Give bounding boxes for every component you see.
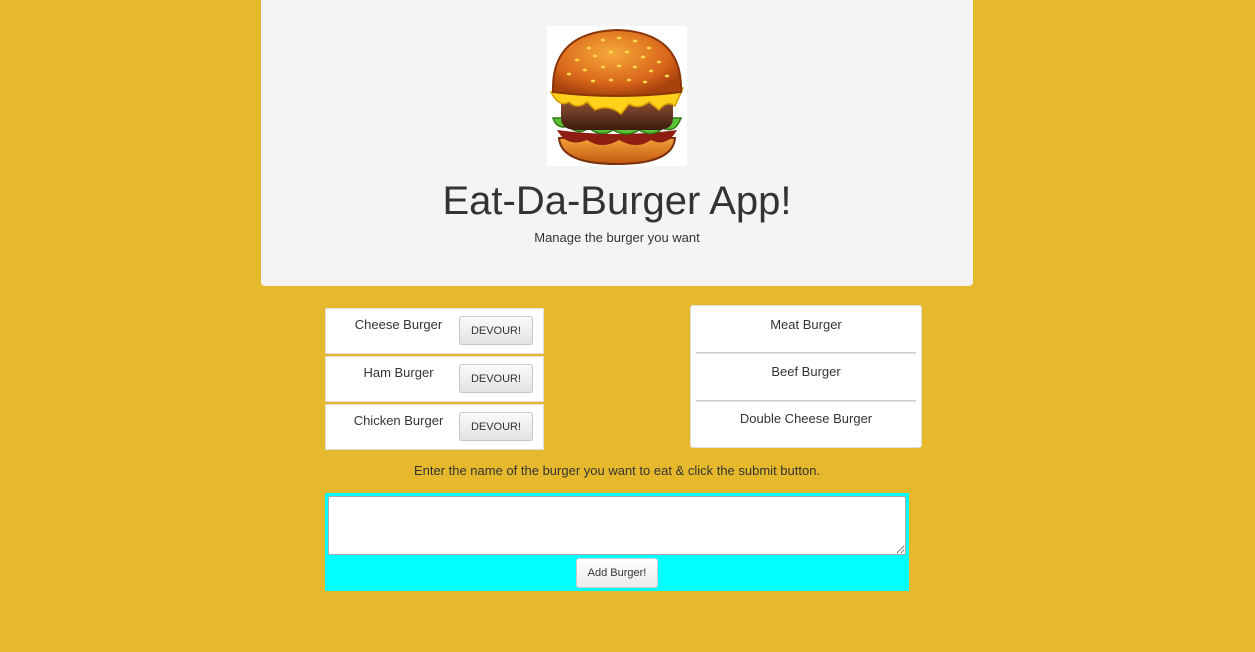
form-instructions: Enter the name of the burger you want to… bbox=[413, 463, 821, 478]
devour-button[interactable]: DEVOUR! bbox=[459, 316, 533, 345]
devour-button[interactable]: DEVOUR! bbox=[459, 412, 533, 441]
divider bbox=[696, 400, 916, 402]
burger-name: Ham Burger bbox=[363, 365, 434, 380]
burger-icon bbox=[547, 26, 687, 166]
uneaten-burger-item: Chicken Burger DEVOUR! bbox=[325, 404, 544, 450]
header-jumbotron: Eat-Da-Burger App! Manage the burger you… bbox=[261, 0, 973, 286]
page-subtitle: Manage the burger you want bbox=[534, 230, 700, 245]
add-burger-button[interactable]: Add Burger! bbox=[576, 558, 658, 588]
burger-name-input[interactable] bbox=[328, 496, 906, 555]
uneaten-burger-item: Ham Burger DEVOUR! bbox=[325, 356, 544, 402]
devoured-burger-item: Beef Burger bbox=[771, 364, 841, 379]
burger-name: Chicken Burger bbox=[353, 413, 444, 428]
devour-button[interactable]: DEVOUR! bbox=[459, 364, 533, 393]
divider bbox=[696, 352, 916, 354]
burger-name: Cheese Burger bbox=[354, 317, 443, 332]
add-burger-form: Add Burger! bbox=[325, 493, 909, 591]
uneaten-burger-item: Cheese Burger DEVOUR! bbox=[325, 308, 544, 354]
page-title: Eat-Da-Burger App! bbox=[442, 179, 792, 223]
devoured-burger-item: Double Cheese Burger bbox=[739, 411, 873, 426]
devoured-burger-item: Meat Burger bbox=[770, 317, 842, 332]
devoured-burgers-list: Meat Burger Beef Burger Double Cheese Bu… bbox=[690, 305, 922, 448]
